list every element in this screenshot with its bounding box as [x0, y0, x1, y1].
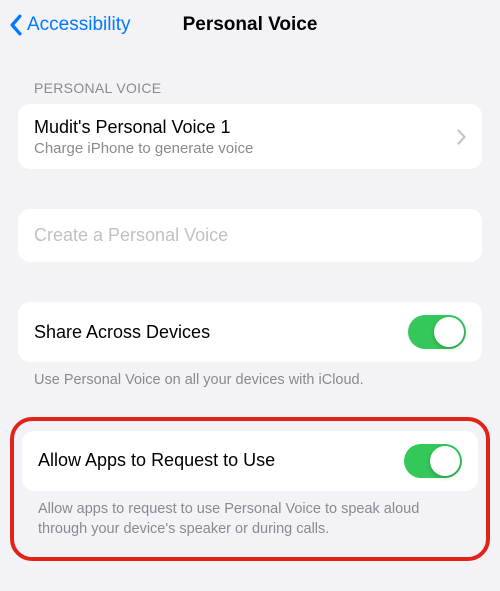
create-label: Create a Personal Voice: [34, 225, 466, 246]
allow-apps-row: Allow Apps to Request to Use: [22, 431, 478, 491]
share-footer-text: Use Personal Voice on all your devices w…: [18, 362, 482, 391]
page-title: Personal Voice: [183, 14, 318, 36]
back-button[interactable]: Accessibility: [8, 14, 130, 36]
toggle-knob: [434, 317, 464, 347]
voice-name-label: Mudit's Personal Voice 1: [34, 116, 457, 139]
share-across-devices-row: Share Across Devices: [18, 302, 482, 362]
content-area: PERSONAL VOICE Mudit's Personal Voice 1 …: [0, 50, 500, 561]
allow-footer-text: Allow apps to request to use Personal Vo…: [22, 491, 478, 539]
highlight-callout: Allow Apps to Request to Use Allow apps …: [10, 417, 490, 561]
personal-voice-row[interactable]: Mudit's Personal Voice 1 Charge iPhone t…: [18, 104, 482, 169]
chevron-left-icon: [8, 14, 23, 36]
navigation-bar: Accessibility Personal Voice: [0, 0, 500, 50]
voice-status-label: Charge iPhone to generate voice: [34, 140, 457, 157]
chevron-right-icon: [457, 129, 466, 145]
share-label: Share Across Devices: [34, 322, 210, 343]
toggle-knob: [430, 446, 460, 476]
voice-cell-text: Mudit's Personal Voice 1 Charge iPhone t…: [34, 116, 457, 157]
back-label: Accessibility: [27, 14, 130, 36]
share-toggle[interactable]: [408, 315, 466, 349]
allow-toggle[interactable]: [404, 444, 462, 478]
allow-label: Allow Apps to Request to Use: [38, 450, 275, 471]
create-personal-voice-button[interactable]: Create a Personal Voice: [18, 209, 482, 262]
section-header-personal-voice: PERSONAL VOICE: [18, 50, 482, 104]
